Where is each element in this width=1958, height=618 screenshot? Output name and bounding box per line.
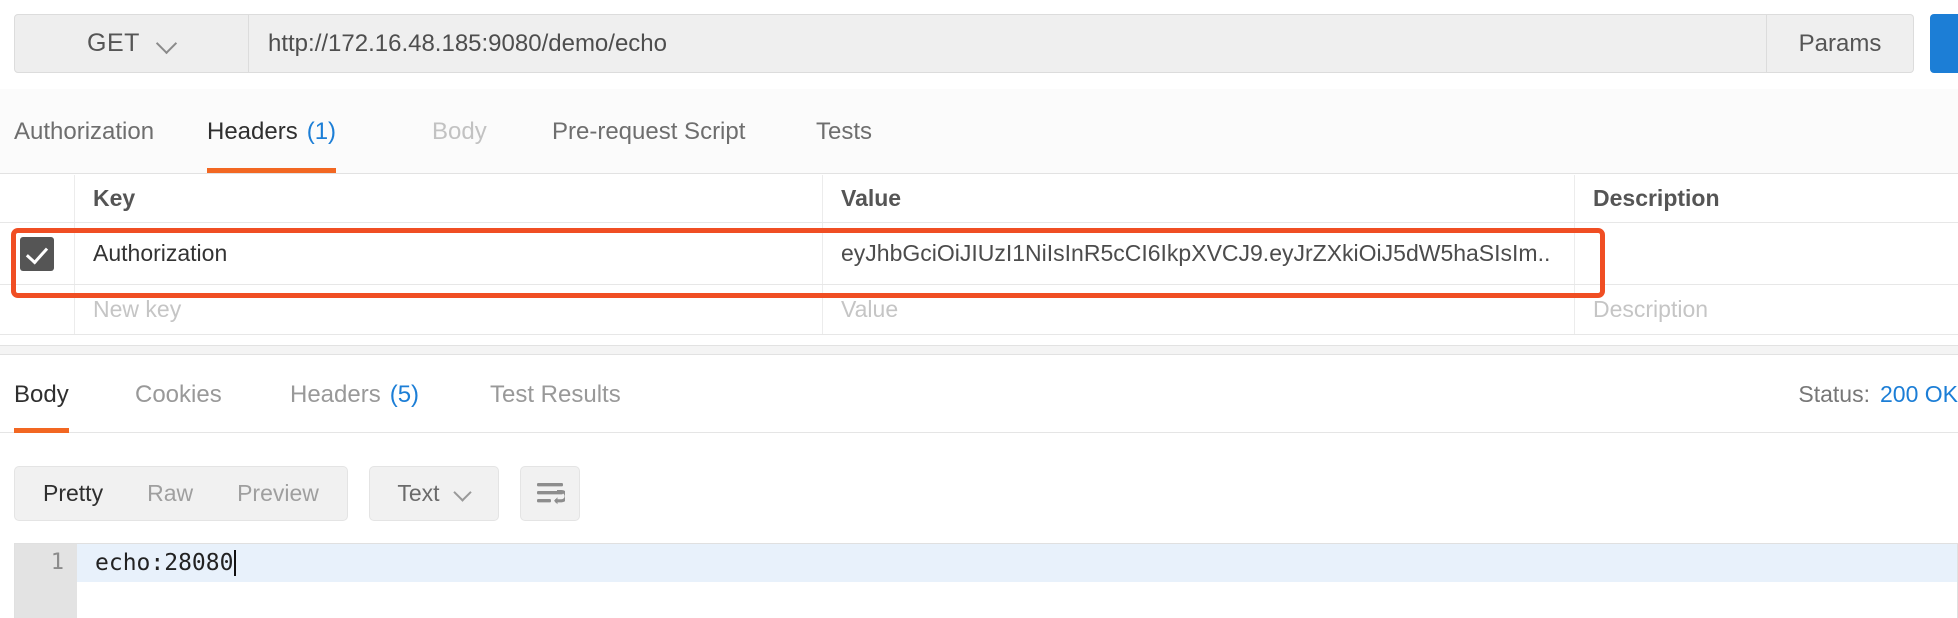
response-view-mode-group: Pretty Raw Preview [14, 466, 348, 521]
new-header-key-placeholder: New key [93, 296, 181, 323]
response-status-value[interactable]: 200 OK [1880, 381, 1958, 408]
new-header-description-input[interactable]: Description [1575, 285, 1958, 334]
header-row-checkbox-column [0, 175, 75, 222]
response-tab-body[interactable]: Body [14, 356, 69, 433]
word-wrap-toggle-button[interactable] [520, 466, 580, 521]
text-cursor [234, 550, 236, 576]
tab-headers-label: Headers [207, 118, 298, 146]
request-tab-bar: Authorization Headers (1) Body Pre-reque… [0, 89, 1958, 174]
new-header-checkbox-cell [0, 285, 75, 334]
request-url-bar: GET http://172.16.48.185:9080/demo/echo … [14, 14, 1914, 73]
tab-authorization[interactable]: Authorization [14, 89, 154, 174]
response-tab-test-results-label: Test Results [490, 381, 621, 409]
new-header-key-input[interactable]: New key [75, 285, 823, 334]
active-response-tab-underline [14, 428, 69, 433]
tab-pre-request-script-label: Pre-request Script [552, 118, 745, 146]
response-status: Status: 200 OK [1798, 356, 1958, 433]
response-format-label: Text [397, 480, 439, 507]
header-key-text: Authorization [93, 240, 227, 267]
response-body-toolbar: Pretty Raw Preview Text [14, 466, 580, 521]
header-value-text: eyJhbGciOiJIUzI1NiIsInR5cCI6IkpXVCJ9.eyJ… [841, 240, 1550, 267]
chevron-down-icon [456, 486, 471, 501]
response-tab-test-results[interactable]: Test Results [490, 356, 621, 433]
params-button-label: Params [1799, 30, 1882, 58]
headers-table: Key Value Description Authorization eyJh… [0, 175, 1958, 335]
header-value-cell[interactable]: eyJhbGciOiJIUzI1NiIsInR5cCI6IkpXVCJ9.eyJ… [823, 223, 1575, 284]
tab-pre-request-script[interactable]: Pre-request Script [552, 89, 745, 174]
active-tab-underline [207, 168, 336, 173]
view-mode-pretty[interactable]: Pretty [21, 467, 125, 520]
tab-tests-label: Tests [816, 118, 872, 146]
new-header-description-placeholder: Description [1593, 296, 1708, 323]
response-format-selector[interactable]: Text [369, 466, 499, 521]
response-tab-body-label: Body [14, 381, 69, 409]
postman-request-response-pane: GET http://172.16.48.185:9080/demo/echo … [0, 0, 1958, 618]
headers-table-header-row: Key Value Description [0, 175, 1958, 223]
column-header-key: Key [75, 175, 823, 222]
http-method-label: GET [87, 29, 140, 58]
request-url-text: http://172.16.48.185:9080/demo/echo [268, 30, 667, 58]
request-url-input[interactable]: http://172.16.48.185:9080/demo/echo [249, 14, 1767, 73]
header-enabled-checkbox[interactable] [20, 237, 54, 271]
response-tab-cookies-label: Cookies [135, 381, 222, 409]
tab-headers-count: (1) [307, 118, 336, 146]
chevron-down-icon [158, 35, 176, 53]
response-tab-headers-count: (5) [390, 381, 419, 409]
column-header-description: Description [1575, 175, 1958, 222]
send-button[interactable] [1930, 14, 1958, 73]
http-method-selector[interactable]: GET [14, 14, 249, 73]
new-header-value-input[interactable]: Value [823, 285, 1575, 334]
line-number: 1 [15, 544, 77, 582]
header-description-cell[interactable] [1575, 223, 1958, 284]
response-tab-headers-label: Headers [290, 381, 381, 409]
view-mode-raw[interactable]: Raw [125, 467, 215, 520]
header-enabled-checkbox-cell[interactable] [0, 223, 75, 284]
tab-tests[interactable]: Tests [816, 89, 872, 174]
response-tab-cookies[interactable]: Cookies [135, 356, 222, 433]
line-number-gutter: 1 [15, 544, 77, 618]
table-row[interactable]: Authorization eyJhbGciOiJIUzI1NiIsInR5cC… [0, 223, 1958, 285]
view-mode-preview[interactable]: Preview [215, 467, 341, 520]
new-header-value-placeholder: Value [841, 296, 898, 323]
response-tab-bar: Body Cookies Headers (5) Test Results St… [0, 356, 1958, 433]
header-key-cell[interactable]: Authorization [75, 223, 823, 284]
column-header-value: Value [823, 175, 1575, 222]
response-body-viewer[interactable]: 1 echo:28080 [14, 543, 1958, 618]
params-button[interactable]: Params [1767, 14, 1914, 73]
tab-authorization-label: Authorization [14, 118, 154, 146]
tab-body[interactable]: Body [432, 89, 487, 174]
tab-headers[interactable]: Headers (1) [207, 89, 336, 174]
tab-body-label: Body [432, 118, 487, 146]
response-body-text: echo:28080 [95, 550, 233, 576]
response-tab-headers[interactable]: Headers (5) [290, 356, 419, 433]
response-section-divider [0, 345, 1958, 355]
word-wrap-icon [535, 481, 565, 507]
response-body-line[interactable]: echo:28080 [77, 544, 1957, 582]
new-header-row[interactable]: New key Value Description [0, 285, 1958, 335]
response-status-label: Status: [1798, 381, 1870, 408]
